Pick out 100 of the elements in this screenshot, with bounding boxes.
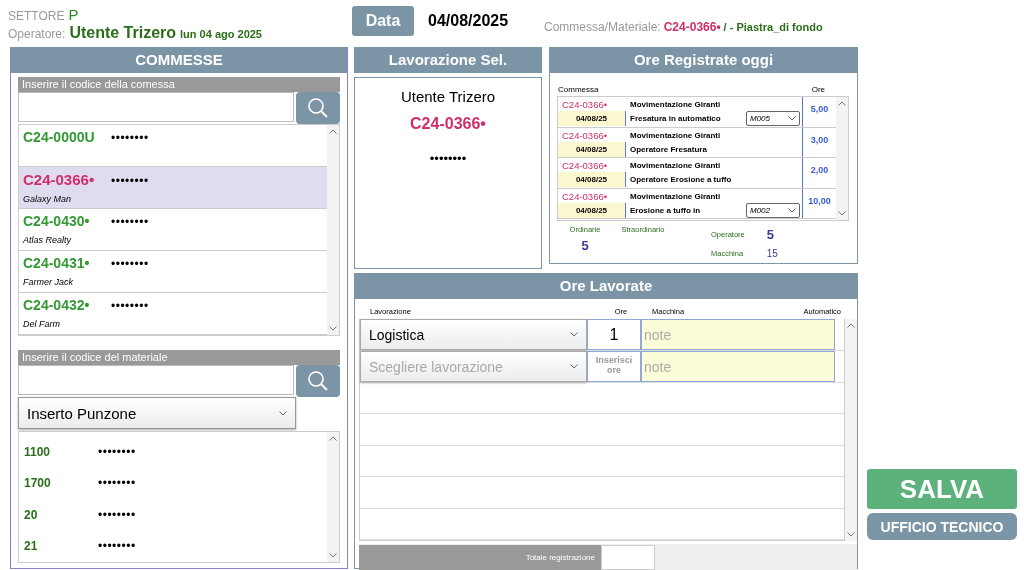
panel-header: Ore Registrate oggi — [550, 47, 857, 73]
commessa-code: C24-0366• — [561, 128, 609, 142]
material-code: 1100 — [24, 444, 52, 459]
commessa-item[interactable]: C24-0366• •••••••• Galaxy Man — [19, 167, 327, 209]
note-field[interactable]: note — [641, 351, 835, 382]
date-value: 04/08/2025 — [428, 12, 510, 30]
operator-date: lun 04 ago 2025 — [180, 28, 262, 40]
date-field: 04/08/25 — [558, 141, 626, 157]
scroll-up-icon — [329, 129, 337, 134]
hours-value: 10,00 — [807, 194, 832, 208]
caret-icon — [279, 410, 287, 416]
activity-name: Movimentazione Giranti — [630, 190, 722, 203]
operator-name: Utente Trizero — [69, 24, 177, 42]
commessa-code: C24-0431• — [23, 255, 91, 271]
field-label: Inserire il codice della comessa — [18, 77, 340, 92]
material-field[interactable] — [18, 365, 294, 395]
summary-value: 5 — [766, 227, 775, 242]
summary-value: 5 — [581, 238, 589, 253]
masked-text: •••••••• — [98, 476, 136, 491]
user-name: Utente Trizero — [400, 88, 496, 105]
scroll-up-icon — [847, 323, 855, 328]
activity-name: Movimentazione Giranti — [630, 99, 722, 111]
commessa-code: C24-0366• — [561, 98, 609, 111]
material-code: 1700 — [24, 476, 52, 491]
task-name: Erosione a tuffo in — [630, 205, 701, 215]
commessa-code: C24-0430• — [23, 213, 91, 229]
caret-icon — [570, 364, 578, 369]
caret-icon — [788, 116, 796, 122]
summary-value: 15 — [766, 248, 778, 259]
scrollbar[interactable] — [845, 319, 857, 541]
scroll-up-icon — [329, 436, 337, 441]
scroll-down-icon — [847, 532, 855, 537]
total-field[interactable] — [601, 545, 655, 570]
sector-value: P — [68, 6, 79, 23]
scrollbar[interactable] — [327, 432, 339, 562]
search-button[interactable] — [296, 365, 340, 397]
panel-header: COMMESSE — [11, 47, 347, 73]
search-button[interactable] — [296, 92, 340, 124]
masked-text: •••••••• — [111, 257, 149, 271]
note-field[interactable]: note — [641, 319, 835, 350]
hours-value: 5,00 — [809, 103, 830, 116]
search-field[interactable] — [18, 92, 294, 122]
masked-text: •••••••• — [98, 507, 136, 522]
selection-material: / - Piastra_di fondo — [723, 21, 823, 33]
activity-name: Movimentazione Giranti — [630, 160, 722, 172]
scroll-up-icon — [838, 101, 846, 106]
client-name: Farmer Jack — [23, 277, 74, 287]
machine-select[interactable]: M005 — [746, 111, 800, 127]
masked-text: •••••••• — [111, 299, 149, 313]
client-name: Del Farm — [23, 319, 61, 329]
material-code: 20 — [24, 507, 39, 522]
client-name: Atlas Realty — [23, 235, 73, 245]
panel-header: Lavorazione Sel. — [354, 47, 542, 73]
scrollbar[interactable] — [327, 125, 339, 335]
commessa-code: C24-0366• — [410, 115, 486, 133]
material-item[interactable]: 21 •••••••• — [19, 530, 327, 562]
activity-name: Movimentazione Giranti — [630, 129, 722, 142]
material-item[interactable]: 1700 •••••••• — [19, 467, 327, 499]
machine-select[interactable]: M002 — [746, 202, 800, 218]
material-code: 21 — [24, 539, 39, 554]
scroll-down-icon — [329, 553, 337, 558]
task-name: Operatore Fresatura — [630, 144, 707, 154]
hours-field[interactable]: 1 — [587, 319, 641, 350]
date-field: 04/08/25 — [558, 111, 626, 126]
commessa-code: C24-0366• — [561, 189, 609, 203]
caret-icon — [570, 332, 578, 337]
hours-field[interactable]: Inserisci ore — [587, 351, 641, 382]
masked-text: •••••••• — [98, 444, 136, 459]
date-field: 04/08/25 — [558, 202, 626, 218]
hours-value: 2,00 — [809, 164, 830, 177]
work-select[interactable]: Logistica — [360, 319, 587, 350]
scroll-down-icon — [329, 326, 337, 331]
date-field: 04/08/25 — [558, 172, 626, 187]
masked-text: •••••••• — [429, 151, 467, 166]
sector-label: SETTORE — [8, 9, 65, 23]
field-label: Inserire il codice del materiale — [18, 350, 340, 365]
scroll-down-icon — [838, 211, 846, 216]
client-name: Galaxy Man — [23, 194, 73, 204]
masked-text: •••••••• — [111, 131, 149, 145]
material-item[interactable]: 1100 •••••••• — [19, 436, 327, 468]
commessa-code: C24-0366• — [561, 159, 609, 172]
column-header: Ore — [811, 85, 825, 94]
commessa-code: C24-0432• — [23, 297, 91, 313]
search-icon — [307, 97, 329, 119]
search-icon — [307, 370, 329, 392]
task-name: Operatore Erosione a tuffo — [630, 175, 732, 185]
selection-code: C24-0366• — [663, 20, 721, 34]
column-header: Commessa — [558, 85, 599, 94]
material-select[interactable]: Inserto Punzone — [18, 397, 296, 429]
hours-value: 3,00 — [809, 133, 830, 147]
task-name: Fresatura in automatico — [630, 114, 721, 124]
material-item[interactable]: 20 •••••••• — [19, 499, 327, 531]
selection-label: Commessa/Materiale: — [544, 20, 661, 34]
masked-text: •••••••• — [111, 174, 149, 188]
total-label: Totale registrazione — [359, 545, 601, 570]
masked-text: •••••••• — [98, 539, 136, 554]
masked-text: •••••••• — [111, 215, 149, 229]
operator-label: Operatore: — [8, 27, 66, 41]
scrollbar[interactable] — [836, 97, 848, 220]
panel-header: Ore Lavorate — [355, 273, 857, 299]
